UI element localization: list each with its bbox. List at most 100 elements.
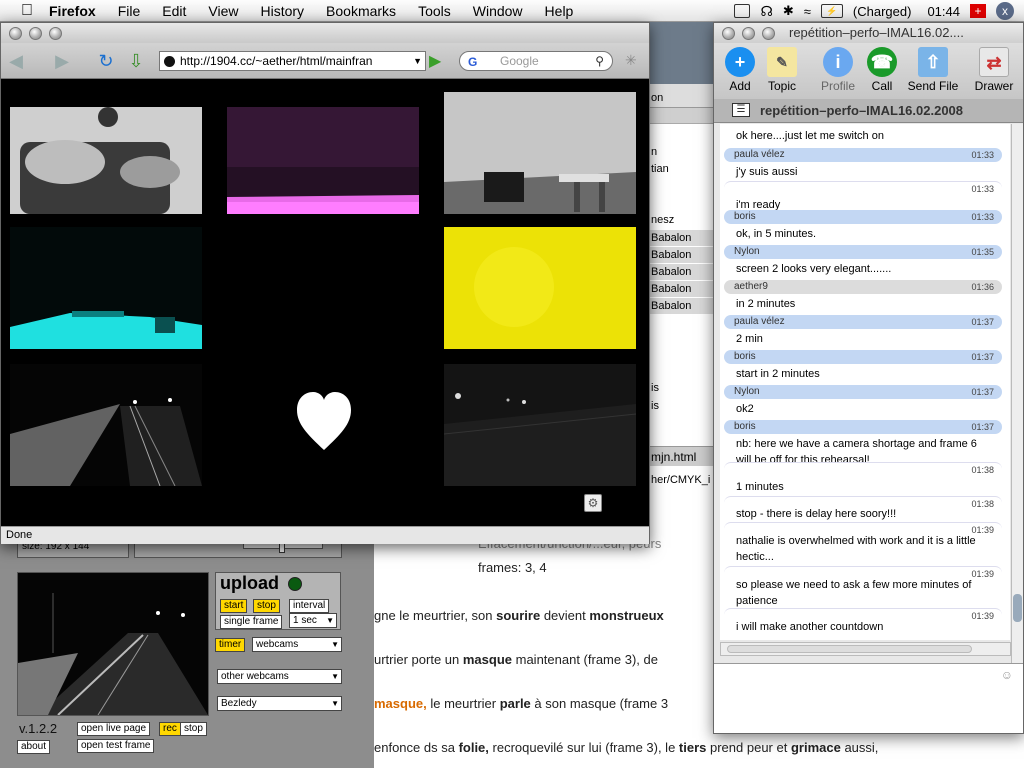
sofa-image <box>10 107 202 214</box>
back-arrow-icon[interactable]: ◀ <box>5 50 27 72</box>
forward-arrow-icon[interactable]: ▶ <box>51 50 73 72</box>
chat-message-text: 2 min <box>736 333 763 345</box>
status-bar: Done <box>1 526 649 544</box>
emoticon-icon[interactable]: ☺ <box>1001 668 1013 682</box>
doc-line: frames: 3, 4 <box>478 560 547 575</box>
battery-status[interactable]: (Charged) <box>853 4 912 19</box>
heart-shape <box>297 392 351 450</box>
upload-panel: upload start stop interval single frame … <box>215 572 341 630</box>
background-file-list: on n tian nesz Babalon Babalon Babalon B… <box>648 84 715 490</box>
apple-menu-icon[interactable]:  <box>16 0 38 22</box>
interval-select[interactable]: 1 sec <box>289 613 337 628</box>
menu-file[interactable]: File <box>107 0 152 22</box>
room-corner-image <box>444 92 636 214</box>
search-placeholder: Google <box>500 54 539 68</box>
site-favicon-icon <box>164 56 175 67</box>
chat-sender: paula vélez <box>734 316 785 327</box>
profile-icon: i <box>823 47 853 77</box>
url-field[interactable]: http://1904.cc/~aether/html/mainfran ▼ <box>159 51 426 71</box>
google-engine-icon[interactable]: G <box>468 53 477 71</box>
upload-title: upload <box>220 573 279 593</box>
doc-bold: monstrueux <box>589 608 664 623</box>
send-file-button[interactable]: ⇧ Send File <box>904 47 962 93</box>
doc-orange: masque, <box>374 696 427 711</box>
doc-bold: sourire <box>496 608 541 623</box>
go-icon[interactable]: ▶ <box>429 51 441 71</box>
menu-help[interactable]: Help <box>534 0 585 22</box>
doc-text: devient <box>540 608 590 623</box>
chat-titlebar[interactable]: repétition–perfo–IMAL16.02.... <box>714 23 1023 43</box>
user-icon[interactable]: x <box>996 2 1014 20</box>
chat-minimize-button[interactable] <box>742 27 755 40</box>
reload-icon[interactable]: ↻ <box>95 50 117 72</box>
input-flag-icon[interactable]: + <box>970 4 986 18</box>
zoom-window-button[interactable] <box>49 27 62 40</box>
doc-text: aussi, <box>840 740 879 755</box>
menu-bookmarks[interactable]: Bookmarks <box>315 0 407 22</box>
chat-transcript[interactable]: ok here....just let me switch on paula vé… <box>720 124 1010 640</box>
hscroll-thumb[interactable] <box>727 645 972 653</box>
home-download-icon[interactable]: ⇩ <box>125 50 147 72</box>
other-webcams-select[interactable]: other webcams <box>217 669 342 684</box>
bluetooth-icon[interactable]: ✱ <box>783 3 794 19</box>
chat-close-button[interactable] <box>722 27 735 40</box>
start-button[interactable]: start <box>220 599 248 613</box>
doc-bold: parle <box>499 696 531 711</box>
menu-clock[interactable]: 01:44 <box>927 4 960 19</box>
menu-history[interactable]: History <box>249 0 315 22</box>
heart-icon[interactable] <box>297 392 351 452</box>
status-text: Done <box>6 529 33 541</box>
minimize-window-button[interactable] <box>29 27 42 40</box>
drawer-button[interactable]: ⇄ Drawer <box>966 47 1022 93</box>
menu-app-firefox[interactable]: Firefox <box>38 0 107 22</box>
webcams-select[interactable]: webcams <box>252 637 342 652</box>
menu-window[interactable]: Window <box>462 0 534 22</box>
bezledy-select[interactable]: Bezledy <box>217 696 342 711</box>
file-path-label: her/CMYK_i <box>651 474 711 486</box>
chat-window: repétition–perfo–IMAL16.02.... + Add ✎ Top… <box>713 22 1024 734</box>
chat-message-text: i will make another countdown <box>736 621 884 633</box>
wifi-icon[interactable]: ≈ <box>804 4 811 19</box>
close-window-button[interactable] <box>9 27 22 40</box>
open-live-page-button[interactable]: open live page <box>77 722 151 736</box>
headphones-icon[interactable]: ☊ <box>760 3 772 20</box>
doc-text: urtrier porte un <box>374 652 463 667</box>
list-item: is <box>651 382 659 394</box>
file-tab-label[interactable]: mjn.html <box>651 450 696 464</box>
profile-label: Profile <box>820 79 855 93</box>
chat-message-text: start in 2 minutes <box>736 368 820 380</box>
chat-message-input[interactable]: ☺ <box>714 663 1023 733</box>
open-test-frame-button[interactable]: open test frame <box>77 739 155 753</box>
menu-edit[interactable]: Edit <box>151 0 197 22</box>
call-button[interactable]: ☎ Call <box>856 47 908 93</box>
call-icon: ☎ <box>867 47 897 77</box>
stop-button[interactable]: stop <box>253 599 280 613</box>
chat-message-header: Nylon 01:35 <box>724 245 1002 259</box>
rec-button[interactable]: rec <box>159 722 181 736</box>
scroll-thumb[interactable] <box>1013 594 1022 622</box>
chat-timestamp: 01:33 <box>971 212 994 222</box>
timer-button[interactable]: timer <box>215 638 246 652</box>
stop-rec-button[interactable]: stop <box>180 722 207 736</box>
display-icon[interactable] <box>734 4 751 18</box>
chat-zoom-button[interactable] <box>762 27 775 40</box>
url-dropdown-icon[interactable]: ▼ <box>413 52 422 70</box>
single-frame-button[interactable]: single frame <box>220 615 283 629</box>
chat-horizontal-scrollbar[interactable] <box>720 642 1011 656</box>
battery-icon[interactable]: ⚡ <box>820 4 843 18</box>
search-field[interactable]: G Google ⚲ <box>459 51 613 71</box>
doc-line: masque, le meurtrier parle à son masque … <box>374 696 668 711</box>
menu-view[interactable]: View <box>197 0 249 22</box>
search-icon[interactable]: ⚲ <box>595 52 604 70</box>
about-button[interactable]: about <box>17 740 51 754</box>
chat-sender: aether9 <box>734 281 768 292</box>
chat-message-text: so please we need to ask a few more minu… <box>736 579 972 607</box>
topic-button[interactable]: ✎ Topic <box>756 47 808 93</box>
list-item: on <box>651 92 664 104</box>
settings-gear-icon[interactable]: ⚙ <box>584 494 602 512</box>
firefox-titlebar[interactable] <box>1 23 649 43</box>
chat-vertical-scrollbar[interactable] <box>1011 124 1023 664</box>
webcam-frame-2 <box>227 107 419 214</box>
list-item: is <box>651 400 659 412</box>
menu-tools[interactable]: Tools <box>407 0 462 22</box>
